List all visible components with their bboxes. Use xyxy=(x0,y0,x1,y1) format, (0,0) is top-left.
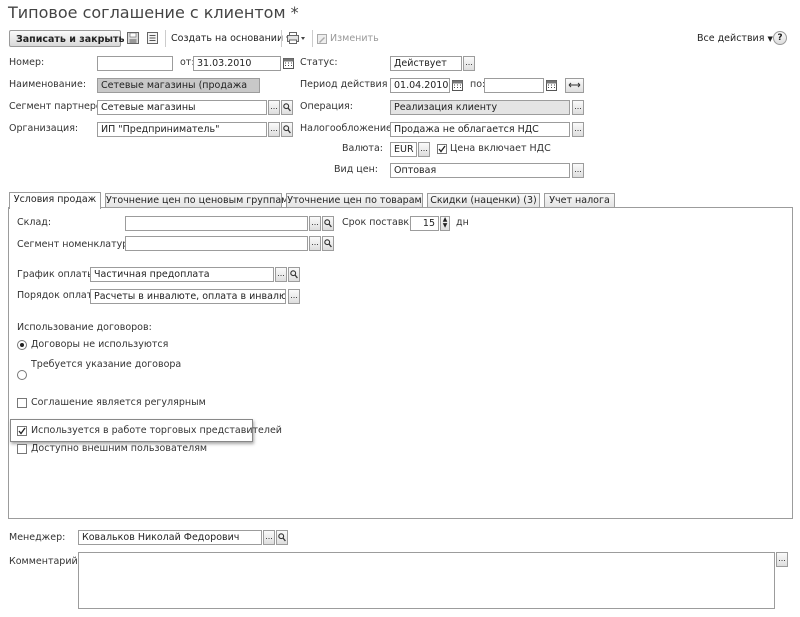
manager-field[interactable]: Ковальков Николай Федорович xyxy=(78,530,262,545)
manager-label: Менеджер: xyxy=(9,532,66,543)
manager-select-button[interactable]: ... xyxy=(263,530,275,545)
period-label: Период действия с: xyxy=(300,79,399,90)
period-icon xyxy=(568,82,581,88)
date-field[interactable]: 31.03.2010 xyxy=(193,56,281,71)
radio-no-contracts[interactable] xyxy=(17,340,27,350)
currency-field[interactable]: EUR xyxy=(390,142,417,157)
tab-price-groups[interactable]: Уточнение цен по ценовым группам xyxy=(105,193,288,208)
period-to-label: по: xyxy=(470,79,486,90)
period-to-field[interactable] xyxy=(484,78,544,93)
all-actions-menu[interactable]: Все действия ▼ xyxy=(697,30,773,48)
operation-field[interactable]: Реализация клиенту xyxy=(390,100,570,115)
calendar-icon[interactable] xyxy=(452,79,463,91)
comment-open-button[interactable]: ... xyxy=(776,552,788,567)
name-label: Наименование: xyxy=(9,79,87,90)
external-users-label: Доступно внешним пользователям xyxy=(31,443,208,454)
regular-agreement-label: Соглашение является регулярным xyxy=(31,397,206,408)
warehouse-field[interactable] xyxy=(125,216,308,231)
regular-agreement-checkbox[interactable] xyxy=(17,398,27,408)
help-button[interactable]: ? xyxy=(773,31,787,45)
taxation-label: Налогообложение: xyxy=(300,123,396,134)
vat-included-checkbox[interactable] xyxy=(437,144,447,154)
segment-label: Сегмент партнеров: xyxy=(9,101,111,112)
delivery-term-field[interactable]: 15 xyxy=(410,216,439,231)
radio-contract-required[interactable] xyxy=(17,370,27,380)
edit-icon xyxy=(317,34,327,44)
segment-field[interactable]: Сетевые магазины xyxy=(97,100,267,115)
period-select-button[interactable] xyxy=(565,78,584,93)
period-from-field[interactable]: 01.04.2010 xyxy=(390,78,450,93)
search-icon[interactable] xyxy=(288,267,300,282)
sales-reps-label: Используется в работе торговых представи… xyxy=(31,425,282,436)
status-label: Статус: xyxy=(300,57,338,68)
number-field[interactable] xyxy=(97,56,173,71)
chevron-down-icon: ▼ xyxy=(767,35,773,43)
search-icon[interactable] xyxy=(281,100,293,115)
radio-contract-required-label: Требуется указание договора xyxy=(31,359,182,370)
search-icon[interactable] xyxy=(322,216,334,231)
window-title: Типовое соглашение с клиентом * xyxy=(8,3,299,22)
status-field[interactable]: Действует xyxy=(390,56,462,71)
all-actions-label: Все действия xyxy=(697,33,765,44)
payment-order-field[interactable]: Расчеты в инвалюте, оплата в инвалюте xyxy=(90,289,286,304)
edit-button[interactable]: Изменить xyxy=(330,30,379,47)
search-icon[interactable] xyxy=(276,530,288,545)
comment-label: Комментарий: xyxy=(9,556,81,567)
payment-schedule-select-button[interactable]: ... xyxy=(275,267,287,282)
price-type-field[interactable]: Оптовая xyxy=(390,163,570,178)
search-icon[interactable] xyxy=(281,122,293,137)
nomenclature-segment-select-button[interactable]: ... xyxy=(309,236,321,251)
taxation-select-button[interactable]: ... xyxy=(572,122,584,137)
organization-field[interactable]: ИП "Предприниматель" xyxy=(97,122,267,137)
vat-included-label: Цена включает НДС xyxy=(450,143,551,154)
nomenclature-segment-field[interactable] xyxy=(125,236,308,251)
search-icon[interactable] xyxy=(322,236,334,251)
name-field[interactable]: Сетевые магазины (продажа xyxy=(97,78,260,93)
calendar-icon[interactable] xyxy=(546,79,557,91)
price-type-label: Вид цен: xyxy=(334,164,379,175)
status-select-button[interactable]: ... xyxy=(463,56,475,71)
toolbar-divider xyxy=(281,30,282,47)
radio-no-contracts-label: Договоры не используются xyxy=(31,339,169,350)
payment-schedule-label: График оплаты: xyxy=(17,269,98,280)
delivery-unit-label: дн xyxy=(456,217,469,228)
sales-reps-checkbox[interactable] xyxy=(17,426,27,436)
payment-schedule-field[interactable]: Частичная предоплата xyxy=(90,267,274,282)
calendar-icon[interactable] xyxy=(283,57,294,69)
currency-label: Валюта: xyxy=(342,143,383,154)
document-list-icon[interactable] xyxy=(147,32,158,44)
toolbar-divider xyxy=(312,30,313,47)
taxation-field[interactable]: Продажа не облагается НДС xyxy=(390,122,570,137)
comment-field[interactable] xyxy=(78,552,775,609)
operation-label: Операция: xyxy=(300,101,353,112)
nomenclature-segment-label: Сегмент номенклатуры: xyxy=(17,239,140,250)
tab-price-products[interactable]: Уточнение цен по товарам xyxy=(286,193,423,208)
print-menu-button[interactable] xyxy=(287,32,307,44)
spinner-icon[interactable]: ▲ ▼ xyxy=(440,216,450,231)
tab-sales-terms[interactable]: Условия продаж xyxy=(9,192,101,209)
organization-label: Организация: xyxy=(9,123,79,134)
contract-usage-label: Использование договоров: xyxy=(17,322,152,333)
toolbar-divider xyxy=(165,30,166,47)
operation-select-button[interactable]: ... xyxy=(572,100,584,115)
warehouse-select-button[interactable]: ... xyxy=(309,216,321,231)
delivery-term-label: Срок поставки: xyxy=(342,217,419,228)
payment-order-select-button[interactable]: ... xyxy=(288,289,300,304)
save-and-close-button[interactable]: Записать и закрыть xyxy=(9,30,125,47)
create-based-on-menu[interactable]: Создать на основании ▼ xyxy=(171,30,292,48)
currency-select-button[interactable]: ... xyxy=(418,142,430,157)
tab-discounts[interactable]: Скидки (наценки) (3) xyxy=(427,193,540,208)
warehouse-label: Склад: xyxy=(17,217,52,228)
save-icon[interactable] xyxy=(127,32,139,44)
number-label: Номер: xyxy=(9,57,45,68)
external-users-checkbox[interactable] xyxy=(17,444,27,454)
tab-tax-accounting[interactable]: Учет налога xyxy=(544,193,615,208)
organization-select-button[interactable]: ... xyxy=(268,122,280,137)
price-type-select-button[interactable]: ... xyxy=(572,163,584,178)
create-based-on-label: Создать на основании xyxy=(171,33,284,44)
segment-select-button[interactable]: ... xyxy=(268,100,280,115)
